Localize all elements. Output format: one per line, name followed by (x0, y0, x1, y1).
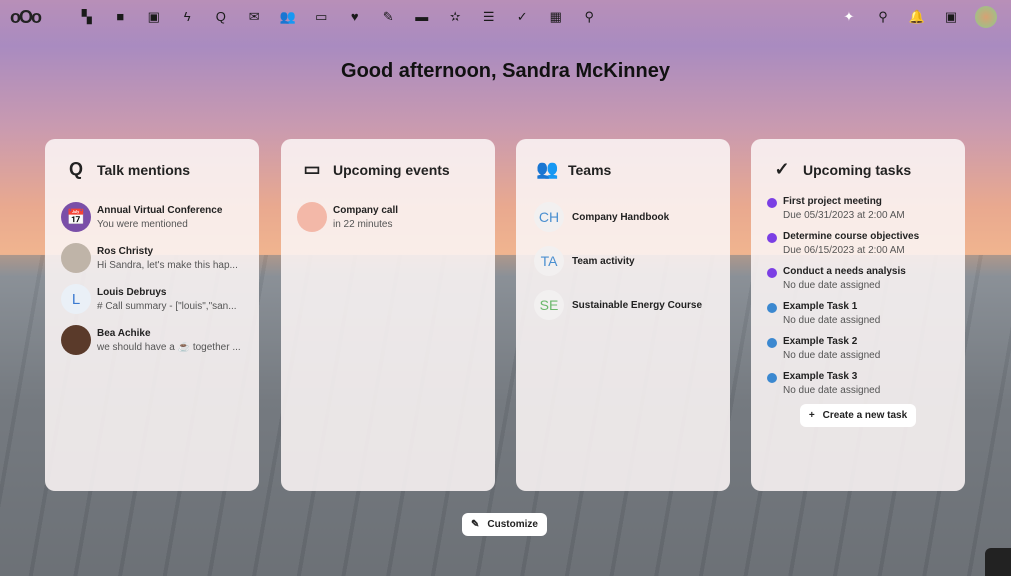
team-name: Company Handbook (572, 211, 670, 223)
task-calendar-dot (767, 338, 777, 348)
task-calendar-dot (767, 303, 777, 313)
task-item[interactable]: Example Task 3 No due date assigned (767, 371, 949, 396)
widget-title: Upcoming events (333, 161, 450, 178)
talk-mention-item[interactable]: Ros Christy Hi Sandra, let's make this ha… (61, 243, 243, 273)
widget-title: Talk mentions (97, 161, 191, 178)
notes-icon[interactable]: ✎ (372, 9, 406, 25)
activity-icon[interactable]: ϟ (171, 9, 205, 25)
mention-text: we should have a ☕ together ... (97, 341, 241, 353)
task-calendar-dot (767, 268, 777, 278)
tasks-check-icon[interactable]: ✓ (506, 9, 540, 25)
team-item[interactable]: CH Company Handbook (534, 202, 714, 232)
upcoming-tasks-widget: ✓ Upcoming tasks First project meeting Due… (751, 139, 965, 491)
mention-text: Hi Sandra, let's make this hap... (97, 259, 238, 271)
team-item[interactable]: TA Team activity (534, 246, 714, 276)
customize-button[interactable]: ✎ Customize (462, 513, 547, 536)
ai-icon[interactable]: ✫ (439, 9, 473, 25)
top-bar: oOo ▚ ■ ▣ ϟ Q ✉ 👥 ▭ ♥ ✎ ▬ ✫ ☰ ✓ ▦ ⚲ ✦ ⚲ 🔔 ▣ (0, 0, 1011, 34)
mention-text: You were mentioned (97, 218, 188, 230)
event-color-dot (297, 202, 327, 232)
talk-mention-item[interactable]: Bea Achike we should have a ☕ together ..… (61, 325, 243, 355)
files-icon[interactable]: ■ (104, 9, 138, 25)
checkmark-icon: ✓ (774, 159, 790, 179)
plus-icon: + (808, 410, 815, 421)
tasks-list-icon[interactable]: ☰ (472, 9, 506, 25)
task-calendar-dot (767, 373, 777, 383)
task-item[interactable]: Conduct a needs analysis No due date assi… (767, 266, 949, 291)
task-due: No due date assigned (783, 350, 881, 361)
task-calendar-dot (767, 233, 777, 243)
avatar (61, 325, 91, 355)
dashboard-icon[interactable]: ▚ (70, 9, 104, 25)
app-menu: ▚ ■ ▣ ϟ Q ✉ 👥 ▭ ♥ ✎ ▬ ✫ ☰ ✓ ▦ ⚲ (70, 9, 606, 25)
assistant-icon[interactable]: ✦ (839, 9, 859, 25)
mention-title: Annual Virtual Conference (97, 204, 223, 216)
team-name: Sustainable Energy Course (572, 299, 703, 311)
task-due: Due 06/15/2023 at 2:00 AM (783, 245, 905, 256)
mention-title: Louis Debruys (97, 286, 167, 298)
team-avatar: TA (534, 246, 564, 276)
create-task-button[interactable]: + Create a new task (799, 404, 917, 427)
task-item[interactable]: First project meeting Due 05/31/2023 at 2… (767, 196, 949, 221)
nextcloud-logo[interactable]: oOo (10, 7, 52, 28)
task-item[interactable]: Example Task 2 No due date assigned (767, 336, 949, 361)
mention-title: Bea Achike (97, 327, 151, 339)
team-avatar: SE (534, 290, 564, 320)
team-name: Team activity (572, 255, 635, 267)
avatar (61, 243, 91, 273)
favorites-icon[interactable]: ♥ (338, 9, 372, 25)
task-title: Example Task 3 (783, 371, 858, 382)
mail-icon[interactable]: ✉ (238, 9, 272, 25)
team-item[interactable]: SE Sustainable Energy Course (534, 290, 714, 320)
task-due: No due date assigned (783, 385, 881, 396)
avatar: 📅 (61, 202, 91, 232)
avatar: L (61, 284, 91, 314)
task-item[interactable]: Determine course objectives Due 06/15/202… (767, 231, 949, 256)
talk-mentions-widget: Q Talk mentions 📅 Annual Virtual Conferenc… (45, 139, 259, 491)
header-right: ✦ ⚲ 🔔 ▣ (839, 6, 997, 28)
task-title: Example Task 1 (783, 301, 858, 312)
mention-text: # Call summary - ["louis","san... (97, 300, 237, 312)
task-due: No due date assigned (783, 280, 881, 291)
task-calendar-dot (767, 198, 777, 208)
talk-icon: Q (68, 159, 83, 179)
talk-mention-item[interactable]: 📅 Annual Virtual Conference You were menti… (61, 202, 243, 232)
user-avatar[interactable] (975, 6, 997, 28)
task-title: First project meeting (783, 196, 882, 207)
maps-icon[interactable]: ⚲ (573, 9, 607, 25)
task-title: Conduct a needs analysis (783, 266, 906, 277)
search-icon[interactable]: ⚲ (873, 9, 893, 25)
task-due: Due 05/31/2023 at 2:00 AM (783, 210, 905, 221)
upcoming-events-widget: ▭ Upcoming events Company call in 22 minut… (281, 139, 495, 491)
contacts-icon[interactable]: 👥 (271, 9, 305, 25)
contacts-menu-icon[interactable]: ▣ (941, 9, 961, 25)
pencil-icon: ✎ (471, 519, 480, 530)
teams-widget: 👥 Teams CH Company Handbook TA Team activity… (516, 139, 730, 491)
deck-icon[interactable]: ▬ (405, 9, 439, 25)
calendar-icon: ▭ (303, 159, 321, 179)
widget-title: Upcoming tasks (803, 161, 912, 178)
team-avatar: CH (534, 202, 564, 232)
task-title: Example Task 2 (783, 336, 858, 347)
task-due: No due date assigned (783, 315, 881, 326)
talk-mention-item[interactable]: L Louis Debruys # Call summary - ["louis",… (61, 284, 243, 314)
tables-icon[interactable]: ▦ (539, 9, 573, 25)
photos-icon[interactable]: ▣ (137, 9, 171, 25)
mention-title: Ros Christy (97, 245, 154, 257)
event-item[interactable]: Company call in 22 minutes (297, 202, 479, 232)
task-title: Determine course objectives (783, 231, 920, 242)
talk-icon[interactable]: Q (204, 9, 238, 25)
notifications-icon[interactable]: 🔔 (907, 9, 927, 25)
widget-title: Teams (568, 161, 612, 178)
greeting: Good afternoon, Sandra McKinney (341, 60, 670, 82)
event-title: Company call (333, 204, 399, 216)
teams-icon: 👥 (536, 159, 559, 179)
task-item[interactable]: Example Task 1 No due date assigned (767, 301, 949, 326)
corner-widget[interactable] (985, 548, 1011, 576)
calendar-icon[interactable]: ▭ (305, 9, 339, 25)
event-time: in 22 minutes (333, 218, 393, 230)
